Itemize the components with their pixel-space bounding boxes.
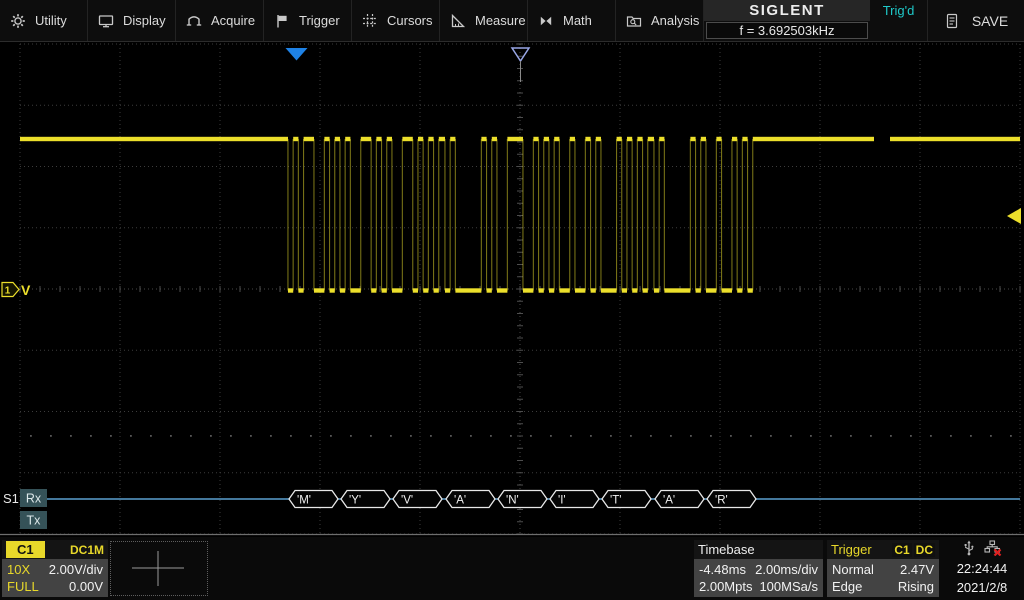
channel1-offset: 0.00V (69, 579, 103, 594)
svg-text:'T': 'T' (610, 495, 621, 507)
menu-item-measure[interactable]: Measure (440, 0, 528, 41)
menu-item-label: Trigger (299, 13, 340, 28)
analysis-icon (626, 13, 642, 29)
bottom-bar: C1 DC1M 10X 2.00V/div FULL 0.00V (0, 537, 1024, 600)
decode-frame: 'R' (707, 491, 756, 508)
trigger-level-marker[interactable] (1007, 208, 1021, 224)
decode-frame: 'Y' (341, 491, 390, 508)
menu-item-label: Analysis (651, 13, 699, 28)
add-channel-box[interactable] (110, 541, 208, 596)
channel1-scale: 2.00V/div (49, 562, 103, 577)
menu-item-label: Cursors (387, 13, 433, 28)
crosshair-icon (111, 542, 207, 595)
channel1-badge[interactable]: C1 (6, 541, 45, 558)
math-icon (538, 13, 554, 29)
waveform-display[interactable]: 1V S1 Rx Tx 'M' 'Y' 'V' 'A' 'N' 'I' 'T' 'A' 'R' (0, 42, 1024, 537)
bus-label: S1 (3, 491, 19, 506)
decode-frame: 'N' (498, 491, 547, 508)
menu-item-label: Math (563, 13, 592, 28)
channel-offset-marker[interactable]: 1V (2, 282, 31, 298)
channel1-coupling: DC1M (70, 543, 104, 557)
acquire-icon (186, 13, 202, 29)
save-button[interactable]: SAVE (928, 0, 1024, 41)
trigger-type: Edge (832, 579, 862, 594)
measure-icon (450, 13, 466, 29)
lan-disconnected-icon[interactable] (984, 540, 1002, 559)
center-reference-marker (512, 48, 529, 82)
display-icon (98, 13, 114, 29)
timebase-delay: -4.48ms (699, 562, 746, 577)
menu-item-label: Display (123, 13, 166, 28)
menu-item-utility[interactable]: Utility (0, 0, 88, 41)
svg-text:'R': 'R' (715, 495, 728, 507)
trigger-mode: Normal (832, 562, 874, 577)
menu-item-math[interactable]: Math (528, 0, 616, 41)
trigger-status: Trig'd (870, 0, 927, 21)
trigger-panel[interactable]: Trigger C1DC Normal 2.47V Edge Rising (827, 540, 939, 597)
siglent-logo: SIGLENT (704, 0, 870, 21)
svg-text:'A': 'A' (454, 495, 466, 507)
svg-text:'M': 'M' (297, 495, 311, 507)
brand-cluster: SIGLENT Trig'd f = 3.692503kHz (704, 0, 928, 41)
channel1-bandwidth: FULL (7, 579, 39, 594)
oscilloscope-screen: Utility Display Acquire Trigger Cursors Measu… (0, 0, 1024, 600)
menu-item-trigger[interactable]: Trigger (264, 0, 352, 41)
menu-item-label: Measure (475, 13, 526, 28)
svg-text:'N': 'N' (506, 495, 519, 507)
trigger-coupling-badge: DC (914, 543, 935, 557)
trigger-position-marker[interactable] (286, 48, 308, 61)
decode-frame: 'T' (602, 491, 651, 508)
menu-items: Utility Display Acquire Trigger Cursors Measu… (0, 0, 704, 41)
clock-date: 2021/2/8 (942, 578, 1022, 597)
usb-icon[interactable] (962, 540, 976, 559)
channel1-descriptor[interactable]: C1 DC1M 10X 2.00V/div FULL 0.00V (2, 540, 108, 597)
menu-item-cursors[interactable]: Cursors (352, 0, 440, 41)
cursors-icon (362, 13, 378, 29)
channel1-probe: 10X (7, 562, 30, 577)
trigger-frequency-readout: f = 3.692503kHz (706, 22, 868, 39)
menu-item-analysis[interactable]: Analysis (616, 0, 704, 41)
menu-item-acquire[interactable]: Acquire (176, 0, 264, 41)
timebase-panel[interactable]: Timebase -4.48ms 2.00ms/div 2.00Mpts 100… (694, 540, 823, 597)
trigger-slope: Rising (898, 579, 934, 594)
timebase-title: Timebase (698, 542, 755, 557)
trigger-title: Trigger (831, 542, 872, 557)
trigger-source-badge: C1 (892, 543, 911, 557)
status-area: 22:24:44 2021/2/8 (942, 540, 1022, 597)
save-label: SAVE (972, 13, 1008, 29)
decode-frame: 'M' (289, 491, 338, 508)
trigger-icon (274, 13, 290, 29)
menu-bar: Utility Display Acquire Trigger Cursors Measu… (0, 0, 1024, 42)
svg-text:1: 1 (5, 286, 11, 297)
timebase-scale: 2.00ms/div (755, 562, 818, 577)
svg-text:'V': 'V' (401, 495, 413, 507)
svg-text:'Y': 'Y' (349, 495, 361, 507)
decode-frame: 'A' (446, 491, 495, 508)
utility-icon (10, 13, 26, 29)
decode-frame: 'A' (655, 491, 704, 508)
decode-frame: 'I' (550, 491, 599, 508)
rx-label: Rx (26, 492, 42, 506)
trigger-level: 2.47V (900, 562, 934, 577)
menu-item-label: Utility (35, 13, 67, 28)
menu-item-display[interactable]: Display (88, 0, 176, 41)
tx-label: Tx (27, 514, 42, 528)
timebase-sample-rate: 100MSa/s (759, 579, 818, 594)
clock-time: 22:24:44 (942, 559, 1022, 578)
svg-text:'I': 'I' (558, 495, 566, 507)
menu-item-label: Acquire (211, 13, 255, 28)
svg-text:'A': 'A' (663, 495, 675, 507)
timebase-memory-depth: 2.00Mpts (699, 579, 752, 594)
waveform-scene: 1V S1 Rx Tx 'M' 'Y' 'V' 'A' 'N' 'I' 'T' 'A' 'R' (0, 42, 1024, 537)
serial-decode-bus[interactable]: S1 Rx Tx 'M' 'Y' 'V' 'A' 'N' 'I' 'T' 'A' 'R' (3, 489, 1020, 529)
svg-text:V: V (21, 282, 31, 298)
save-icon (944, 13, 960, 29)
decode-frame: 'V' (393, 491, 442, 508)
